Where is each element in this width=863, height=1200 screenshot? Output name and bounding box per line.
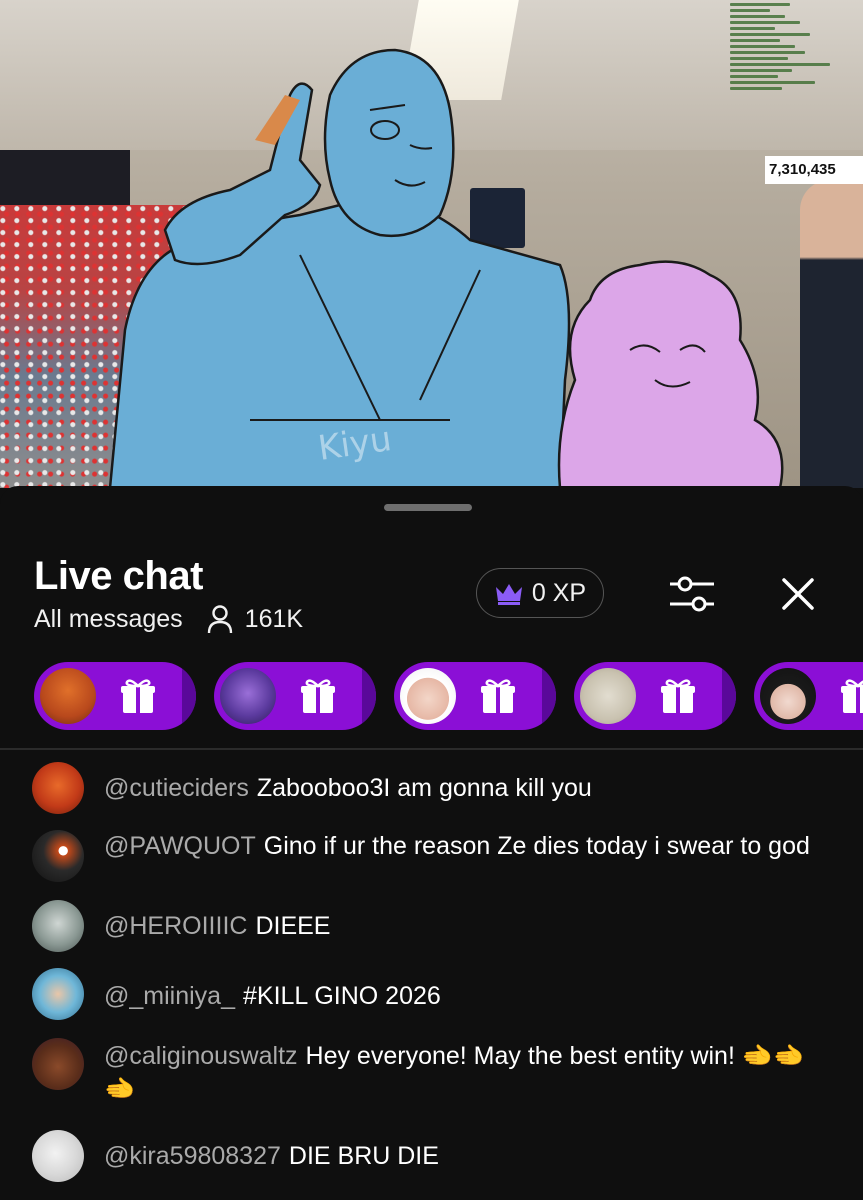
gift-icon xyxy=(481,679,515,713)
message-author[interactable]: @_miiniya_ xyxy=(104,982,235,1010)
gift-icon xyxy=(841,679,863,713)
message-text: Gino if ur the reason Ze dies today i sw… xyxy=(263,832,810,860)
message-text: DIE BRU DIE xyxy=(288,1142,439,1170)
gift-pill[interactable] xyxy=(754,662,863,730)
live-chat-panel: Live chat All messages 161K 0 XP @cutiec… xyxy=(0,486,863,1200)
gift-icon xyxy=(121,679,155,713)
message-text: Zabooboo3I am gonna kill you xyxy=(256,774,592,802)
gift-pill[interactable] xyxy=(34,662,196,730)
chat-title: Live chat xyxy=(34,554,203,598)
divider xyxy=(0,748,863,750)
avatar xyxy=(220,668,276,724)
blue-figure-head xyxy=(323,48,455,237)
video-drawing-overlay: Kiyu xyxy=(108,48,784,488)
message-author[interactable]: @PAWQUOT xyxy=(104,832,256,860)
person-icon xyxy=(207,605,232,634)
avatar xyxy=(760,668,816,724)
avatar[interactable] xyxy=(32,900,84,952)
avatar[interactable] xyxy=(32,762,84,814)
gift-icon xyxy=(661,679,695,713)
avatar xyxy=(40,668,96,724)
gift-pill[interactable] xyxy=(394,662,556,730)
avatar[interactable] xyxy=(32,968,84,1020)
message-author[interactable]: @cutieciders xyxy=(104,774,249,802)
message-text: DIEEE xyxy=(255,912,331,940)
avatar[interactable] xyxy=(32,830,84,882)
xp-label: 0 XP xyxy=(531,578,587,607)
sliders-icon[interactable] xyxy=(668,572,716,616)
avatar xyxy=(580,668,636,724)
avatar xyxy=(400,668,456,724)
message-author[interactable]: @caliginouswaltz xyxy=(104,1042,298,1070)
xp-button[interactable]: 0 XP xyxy=(476,568,604,618)
gift-pill[interactable] xyxy=(574,662,736,730)
avatar[interactable] xyxy=(32,1038,84,1090)
gift-pill-row xyxy=(0,662,863,732)
gift-icon xyxy=(301,679,335,713)
message-author[interactable]: @HEROIIIIC xyxy=(104,912,247,940)
chat-filter-label[interactable]: All messages xyxy=(34,605,183,634)
gift-pill[interactable] xyxy=(214,662,376,730)
crown-icon xyxy=(495,584,522,605)
message-text: #KILL GINO 2026 xyxy=(242,982,441,1010)
video-player[interactable]: 7,310,435 Kiyu xyxy=(0,0,863,488)
drag-handle[interactable] xyxy=(384,504,472,511)
pink-figure xyxy=(557,260,784,488)
close-icon[interactable] xyxy=(778,574,818,614)
message-author[interactable]: @kira59808327 xyxy=(104,1142,281,1170)
chat-subtitle: All messages 161K xyxy=(34,604,303,634)
viewer-count: 161K xyxy=(244,604,304,633)
avatar[interactable] xyxy=(32,1130,84,1182)
